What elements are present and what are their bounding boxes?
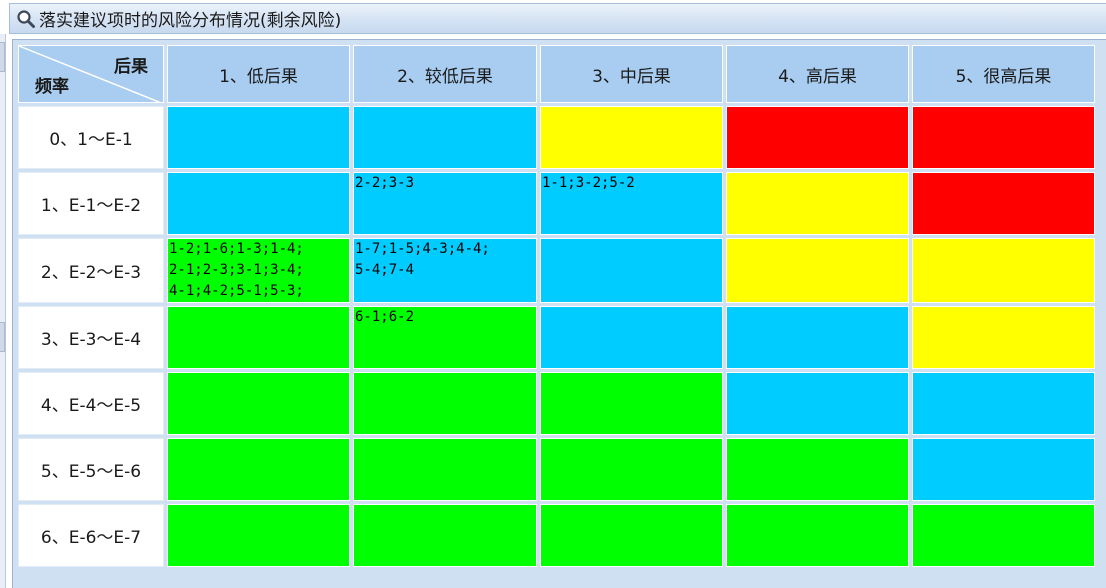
risk-cell-r6-c4[interactable]	[726, 504, 909, 567]
matrix-row-3: 3、E-3～E-4 6-1;6-2	[18, 306, 1095, 369]
risk-cell-r4-c5[interactable]	[912, 372, 1095, 435]
risk-cell-r4-c2[interactable]	[353, 372, 537, 435]
risk-cell-r5-c4[interactable]	[726, 438, 909, 501]
row-header-frequency-6: 6、E-6～E-7	[18, 504, 164, 567]
frequency-axis-label: 频率	[35, 77, 69, 97]
column-header-5: 5、很高后果	[912, 45, 1095, 103]
column-header-2: 2、较低后果	[353, 45, 537, 103]
panel-title-bar: 落实建议项时的风险分布情况(剩余风险)	[9, 3, 1106, 34]
risk-cell-r0-c1[interactable]	[167, 106, 350, 169]
risk-cell-r4-c4[interactable]	[726, 372, 909, 435]
column-header-4: 4、高后果	[726, 45, 909, 103]
column-header-row: 后果 频率 1、低后果 2、较低后果 3、中后果 4、高后果 5、很高后果	[18, 45, 1095, 103]
risk-cell-r4-c1[interactable]	[167, 372, 350, 435]
matrix-row-1: 1、E-1～E-2 2-2;3-3 1-1;3-2;5-2	[18, 172, 1095, 235]
risk-matrix-window: 落实建议项时的风险分布情况(剩余风险) 后果 频率 1、低后果 2、较低后果 3…	[0, 0, 1106, 588]
risk-matrix-body: 0、1～E-1 1、E-1～E-2 2-2;3-3 1-1;3-2;5-2 2、E-2～…	[18, 106, 1095, 567]
risk-cell-r1-c2[interactable]: 2-2;3-3	[353, 172, 537, 235]
column-header-3: 3、中后果	[540, 45, 723, 103]
matrix-row-0: 0、1～E-1	[18, 106, 1095, 169]
risk-cell-r0-c2[interactable]	[353, 106, 537, 169]
risk-cell-r2-c2[interactable]: 1-7;1-5;4-3;4-4; 5-4;7-4	[353, 238, 537, 303]
risk-cell-r1-c1[interactable]	[167, 172, 350, 235]
row-header-frequency-5: 5、E-5～E-6	[18, 438, 164, 501]
row-header-frequency-0: 0、1～E-1	[18, 106, 164, 169]
splitter-grip-middle[interactable]	[0, 322, 5, 352]
risk-cell-r5-c2[interactable]	[353, 438, 537, 501]
row-header-frequency-2: 2、E-2～E-3	[18, 238, 164, 303]
row-header-frequency-4: 4、E-4～E-5	[18, 372, 164, 435]
risk-cell-r3-c5[interactable]	[912, 306, 1095, 369]
risk-cell-r6-c2[interactable]	[353, 504, 537, 567]
left-splitter[interactable]	[0, 34, 6, 588]
risk-cell-r2-c3[interactable]	[540, 238, 723, 303]
consequence-axis-label: 后果	[114, 57, 148, 77]
splitter-grip-top[interactable]	[0, 42, 5, 72]
risk-cell-r1-c3[interactable]: 1-1;3-2;5-2	[540, 172, 723, 235]
risk-cell-r3-c4[interactable]	[726, 306, 909, 369]
risk-cell-r3-c1[interactable]	[167, 306, 350, 369]
corner-header: 后果 频率	[18, 45, 164, 103]
matrix-row-2: 2、E-2～E-3 1-2;1-6;1-3;1-4; 2-1;2-3;3-1;3-…	[18, 238, 1095, 303]
risk-cell-r2-c4[interactable]	[726, 238, 909, 303]
risk-cell-r1-c4[interactable]	[726, 172, 909, 235]
matrix-row-5: 5、E-5～E-6	[18, 438, 1095, 501]
column-header-1: 1、低后果	[167, 45, 350, 103]
risk-cell-r0-c3[interactable]	[540, 106, 723, 169]
row-header-frequency-3: 3、E-3～E-4	[18, 306, 164, 369]
risk-cell-r0-c5[interactable]	[912, 106, 1095, 169]
risk-matrix-grid: 后果 频率 1、低后果 2、较低后果 3、中后果 4、高后果 5、很高后果 0、1～E-…	[12, 39, 1106, 588]
risk-cell-r4-c3[interactable]	[540, 372, 723, 435]
risk-cell-r2-c1[interactable]: 1-2;1-6;1-3;1-4; 2-1;2-3;3-1;3-4; 4-1;4-…	[167, 238, 350, 303]
row-header-frequency-1: 1、E-1～E-2	[18, 172, 164, 235]
risk-cell-r5-c5[interactable]	[912, 438, 1095, 501]
risk-cell-r5-c1[interactable]	[167, 438, 350, 501]
risk-cell-r0-c4[interactable]	[726, 106, 909, 169]
risk-matrix-table: 后果 频率 1、低后果 2、较低后果 3、中后果 4、高后果 5、很高后果 0、1～E-…	[15, 42, 1098, 570]
risk-cell-r5-c3[interactable]	[540, 438, 723, 501]
panel-title: 落实建议项时的风险分布情况(剩余风险)	[39, 11, 342, 31]
search-icon	[15, 8, 37, 30]
risk-cell-r2-c5[interactable]	[912, 238, 1095, 303]
risk-cell-r3-c3[interactable]	[540, 306, 723, 369]
risk-cell-r1-c5[interactable]	[912, 172, 1095, 235]
risk-cell-r6-c3[interactable]	[540, 504, 723, 567]
risk-cell-r6-c1[interactable]	[167, 504, 350, 567]
risk-cell-r6-c5[interactable]	[912, 504, 1095, 567]
risk-cell-r3-c2[interactable]: 6-1;6-2	[353, 306, 537, 369]
matrix-row-6: 6、E-6～E-7	[18, 504, 1095, 567]
matrix-row-4: 4、E-4～E-5	[18, 372, 1095, 435]
